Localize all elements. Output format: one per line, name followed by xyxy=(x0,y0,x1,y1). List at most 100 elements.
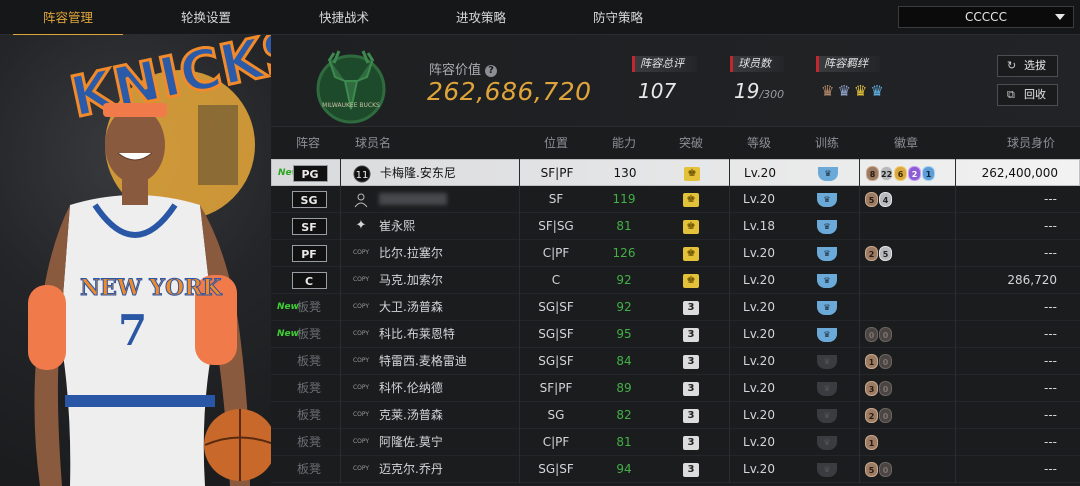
table-row[interactable]: 板凳 COPY 克莱.汤普森 SG 82 3 Lv.20 ♛ 2 0 --- xyxy=(271,402,1080,429)
training-cell[interactable]: ♛ xyxy=(799,348,855,374)
player-position: C|PF xyxy=(542,435,570,449)
bench-label: 板凳 xyxy=(296,327,321,341)
lineup-value-label: 阵容价值? xyxy=(429,59,498,78)
training-cell[interactable]: ♛ xyxy=(799,429,855,455)
player-level: Lv.20 xyxy=(743,246,775,260)
badge-icon: 5 xyxy=(879,246,892,261)
badge-cell: 8 22 6 2 1 xyxy=(866,160,966,186)
table-row[interactable]: New 板凳 COPY 大卫.汤普森 SG|SF 92 3 Lv.20 ♛ --- xyxy=(271,294,1080,321)
table-row[interactable]: SG SF 119 ♚ Lv.20 ♛ 5 4 --- xyxy=(271,186,1080,213)
column-divider xyxy=(340,159,341,483)
training-shield-icon: ♛ xyxy=(817,381,837,396)
training-shield-icon: ♛ xyxy=(817,462,837,477)
tab-defense[interactable]: 防守策略 xyxy=(563,0,673,35)
tab-rotation[interactable]: 轮换设置 xyxy=(151,0,261,35)
training-cell[interactable]: ♛ xyxy=(799,321,855,347)
table-row[interactable]: New PG 11 卡梅隆.安东尼 SF|PF 130 ♚ Lv.20 ♛ 8 22 6 2 1 262,4… xyxy=(271,159,1080,186)
player-position: SG|SF xyxy=(538,354,574,368)
player-name: 科怀.伦纳德 xyxy=(379,381,443,395)
badge-icon: 22 xyxy=(880,166,893,181)
recycle-button[interactable]: ⧉ 回收 xyxy=(997,84,1058,106)
training-cell[interactable]: ♛ xyxy=(799,186,855,212)
copy-card-icon: COPY xyxy=(352,411,370,418)
player-count-max: /300 xyxy=(759,88,785,101)
training-shield-icon: ♛ xyxy=(817,354,837,369)
training-shield-icon: ♛ xyxy=(818,166,838,181)
team-select-dropdown[interactable]: CCCCC xyxy=(898,6,1074,28)
player-name: 马克.加索尔 xyxy=(379,273,443,287)
tab-lineup[interactable]: 阵容管理 xyxy=(13,0,123,36)
tab-offense[interactable]: 进攻策略 xyxy=(426,0,536,35)
table-row[interactable]: 板凳 COPY 特雷西.麦格雷迪 SG|SF 84 3 Lv.20 ♛ 1 0 --- xyxy=(271,348,1080,375)
training-cell[interactable]: ♛ xyxy=(800,160,856,186)
header-position: 位置 xyxy=(543,136,568,150)
badge-icon: 0 xyxy=(865,327,878,342)
player-level: Lv.20 xyxy=(743,192,775,206)
training-cell[interactable]: ♛ xyxy=(799,240,855,266)
breakthrough-cell: 3 xyxy=(663,294,719,320)
lineup-value: 262,686,720 xyxy=(427,77,592,106)
player-name: 大卫.汤普森 xyxy=(379,300,443,314)
select-button[interactable]: ↻ 选拔 xyxy=(997,55,1058,77)
player-position: SF|SG xyxy=(538,219,574,233)
badge-icon: 5 xyxy=(865,462,878,477)
training-shield-icon: ♛ xyxy=(817,435,837,450)
player-level: Lv.20 xyxy=(743,462,775,476)
player-name: 比尔.拉塞尔 xyxy=(379,246,443,260)
badge-icon: 0 xyxy=(879,408,892,423)
training-cell[interactable]: ♛ xyxy=(799,294,855,320)
starter-position-badge: PF xyxy=(291,245,327,262)
help-icon[interactable]: ? xyxy=(485,65,498,77)
column-divider xyxy=(519,159,520,483)
tab-quick-tactics[interactable]: 快捷战术 xyxy=(289,0,399,35)
table-row[interactable]: 板凳 COPY 科怀.伦纳德 SF|PF 89 3 Lv.20 ♛ 3 0 --- xyxy=(271,375,1080,402)
training-cell[interactable]: ♛ xyxy=(799,456,855,482)
header-training: 训练 xyxy=(814,136,839,150)
training-cell[interactable]: ♛ xyxy=(799,267,855,293)
badge-icon: 2 xyxy=(908,166,921,181)
bench-label: 板凳 xyxy=(296,435,321,449)
slot-cell: PF xyxy=(289,240,329,266)
svg-text:11: 11 xyxy=(356,170,369,181)
header-value: 球员身价 xyxy=(1006,136,1055,150)
player-number-icon: 11 xyxy=(352,160,372,186)
badge-icon: 2 xyxy=(865,246,878,261)
bond-icons[interactable]: ♛♛♛♛ xyxy=(821,82,887,100)
badge-icon: 1 xyxy=(865,435,878,450)
badge-cell: 25 xyxy=(865,240,965,266)
player-value: --- xyxy=(1044,192,1057,206)
team-select-value: CCCCC xyxy=(965,10,1007,24)
player-value: --- xyxy=(1044,354,1057,368)
player-ability: 92 xyxy=(616,300,632,314)
column-divider xyxy=(859,159,860,483)
badge-cell: 00 xyxy=(865,321,965,347)
training-cell[interactable]: ♛ xyxy=(799,402,855,428)
bond-icon: ♛ xyxy=(837,82,854,100)
training-shield-icon: ♛ xyxy=(817,192,837,207)
crown-icon: ♚ xyxy=(683,246,699,261)
top-nav: 阵容管理 轮换设置 快捷战术 进攻策略 防守策略 CCCCC xyxy=(0,0,1080,36)
table-row[interactable]: SF ✦ 崔永熙 SF|SG 81 ♚ Lv.18 ♛ --- xyxy=(271,213,1080,240)
player-position: C xyxy=(551,273,561,287)
training-cell[interactable]: ♛ xyxy=(799,213,855,239)
table-row[interactable]: New 板凳 COPY 科比.布莱恩特 SG|SF 95 3 Lv.20 ♛ 0 0 --- xyxy=(271,321,1080,348)
table-row[interactable]: C COPY 马克.加索尔 C 92 ♚ Lv.20 ♛ 286,720 xyxy=(271,267,1080,294)
badge-icon: 4 xyxy=(879,192,892,207)
table-row[interactable]: 板凳 COPY 迈克尔.乔丹 SG|SF 94 3 Lv.20 ♛ 5 0 --- xyxy=(271,456,1080,483)
training-cell[interactable]: ♛ xyxy=(799,375,855,401)
player-value: 286,720 xyxy=(1007,273,1057,287)
table-row[interactable]: 板凳 COPY 阿隆佐.莫宁 C|PF 81 3 Lv.20 ♛ 1 --- xyxy=(271,429,1080,456)
badge-cell: 50 xyxy=(865,456,965,482)
breakthrough-cell: ♚ xyxy=(663,267,719,293)
training-shield-icon: ♛ xyxy=(817,246,837,261)
column-divider xyxy=(729,159,730,483)
player-level: Lv.20 xyxy=(743,273,775,287)
badge-icon: 1 xyxy=(865,354,878,369)
badge-icon: 3 xyxy=(865,381,878,396)
copy-card-icon: COPY xyxy=(352,249,370,256)
table-row[interactable]: PF COPY 比尔.拉塞尔 C|PF 126 ♚ Lv.20 ♛ 2 5 --- xyxy=(271,240,1080,267)
copy-card-icon: COPY xyxy=(352,384,370,391)
player-name: 崔永熙 xyxy=(379,219,416,233)
breakthrough-cell: 3 xyxy=(663,402,719,428)
breakthrough-level: 3 xyxy=(683,327,699,342)
